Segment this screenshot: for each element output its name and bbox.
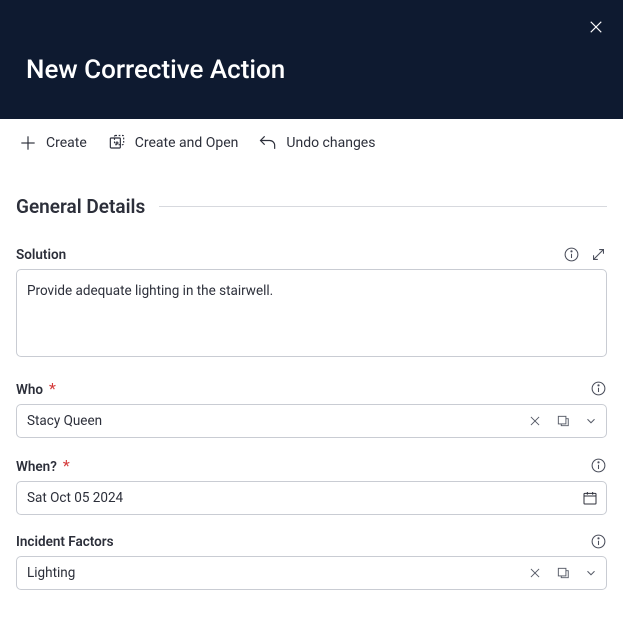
expand-icon bbox=[590, 246, 607, 263]
open-external-icon bbox=[556, 566, 570, 580]
close-icon bbox=[528, 566, 542, 580]
info-icon bbox=[563, 246, 580, 263]
incident-factors-open-button[interactable] bbox=[556, 566, 570, 580]
when-date-input[interactable]: Sat Oct 05 2024 bbox=[16, 481, 607, 515]
undo-icon bbox=[258, 133, 278, 153]
calendar-button[interactable] bbox=[582, 490, 598, 506]
create-label: Create bbox=[46, 135, 87, 151]
who-value: Stacy Queen bbox=[27, 413, 518, 429]
who-open-button[interactable] bbox=[556, 414, 570, 428]
solution-textarea[interactable] bbox=[16, 269, 607, 357]
field-incident-factors: Incident Factors Lighting bbox=[16, 533, 607, 590]
field-who: Who * Stacy Queen bbox=[16, 379, 607, 438]
undo-label: Undo changes bbox=[286, 135, 375, 151]
info-icon bbox=[590, 457, 607, 474]
incident-factors-value: Lighting bbox=[27, 565, 518, 581]
page-title: New Corrective Action bbox=[26, 55, 285, 85]
incident-factors-label: Incident Factors bbox=[16, 534, 114, 550]
chevron-down-icon bbox=[584, 566, 598, 580]
open-new-icon bbox=[107, 133, 127, 153]
toolbar: Create Create and Open Undo changes bbox=[0, 119, 623, 167]
required-marker: * bbox=[49, 379, 56, 398]
who-clear-button[interactable] bbox=[528, 414, 542, 428]
close-icon bbox=[587, 18, 605, 36]
incident-factors-clear-button[interactable] bbox=[528, 566, 542, 580]
modal-header: New Corrective Action bbox=[0, 0, 623, 119]
who-label: Who bbox=[16, 382, 43, 398]
close-button[interactable] bbox=[587, 18, 605, 36]
section-title: General Details bbox=[16, 195, 145, 218]
field-when: When? * Sat Oct 05 2024 bbox=[16, 456, 607, 515]
calendar-icon bbox=[582, 490, 598, 506]
create-and-open-label: Create and Open bbox=[135, 135, 239, 151]
open-external-icon bbox=[556, 414, 570, 428]
who-info-button[interactable] bbox=[590, 380, 607, 397]
form-content: General Details Solution Who * bbox=[0, 195, 623, 624]
required-marker: * bbox=[63, 456, 70, 475]
field-solution: Solution bbox=[16, 246, 607, 361]
create-and-open-button[interactable]: Create and Open bbox=[107, 133, 239, 153]
solution-label: Solution bbox=[16, 247, 66, 263]
info-icon bbox=[590, 533, 607, 550]
who-dropdown-button[interactable] bbox=[584, 414, 598, 428]
incident-factors-select[interactable]: Lighting bbox=[16, 556, 607, 590]
when-info-button[interactable] bbox=[590, 457, 607, 474]
close-icon bbox=[528, 414, 542, 428]
incident-factors-dropdown-button[interactable] bbox=[584, 566, 598, 580]
solution-expand-button[interactable] bbox=[590, 246, 607, 263]
when-value: Sat Oct 05 2024 bbox=[27, 490, 582, 506]
info-icon bbox=[590, 380, 607, 397]
who-select[interactable]: Stacy Queen bbox=[16, 404, 607, 438]
when-label: When? bbox=[16, 459, 57, 475]
chevron-down-icon bbox=[584, 414, 598, 428]
undo-button[interactable]: Undo changes bbox=[258, 133, 375, 153]
incident-factors-info-button[interactable] bbox=[590, 533, 607, 550]
solution-info-button[interactable] bbox=[563, 246, 580, 263]
plus-icon bbox=[18, 133, 38, 153]
divider bbox=[159, 206, 607, 207]
section-general-details: General Details bbox=[16, 195, 607, 218]
create-button[interactable]: Create bbox=[18, 133, 87, 153]
